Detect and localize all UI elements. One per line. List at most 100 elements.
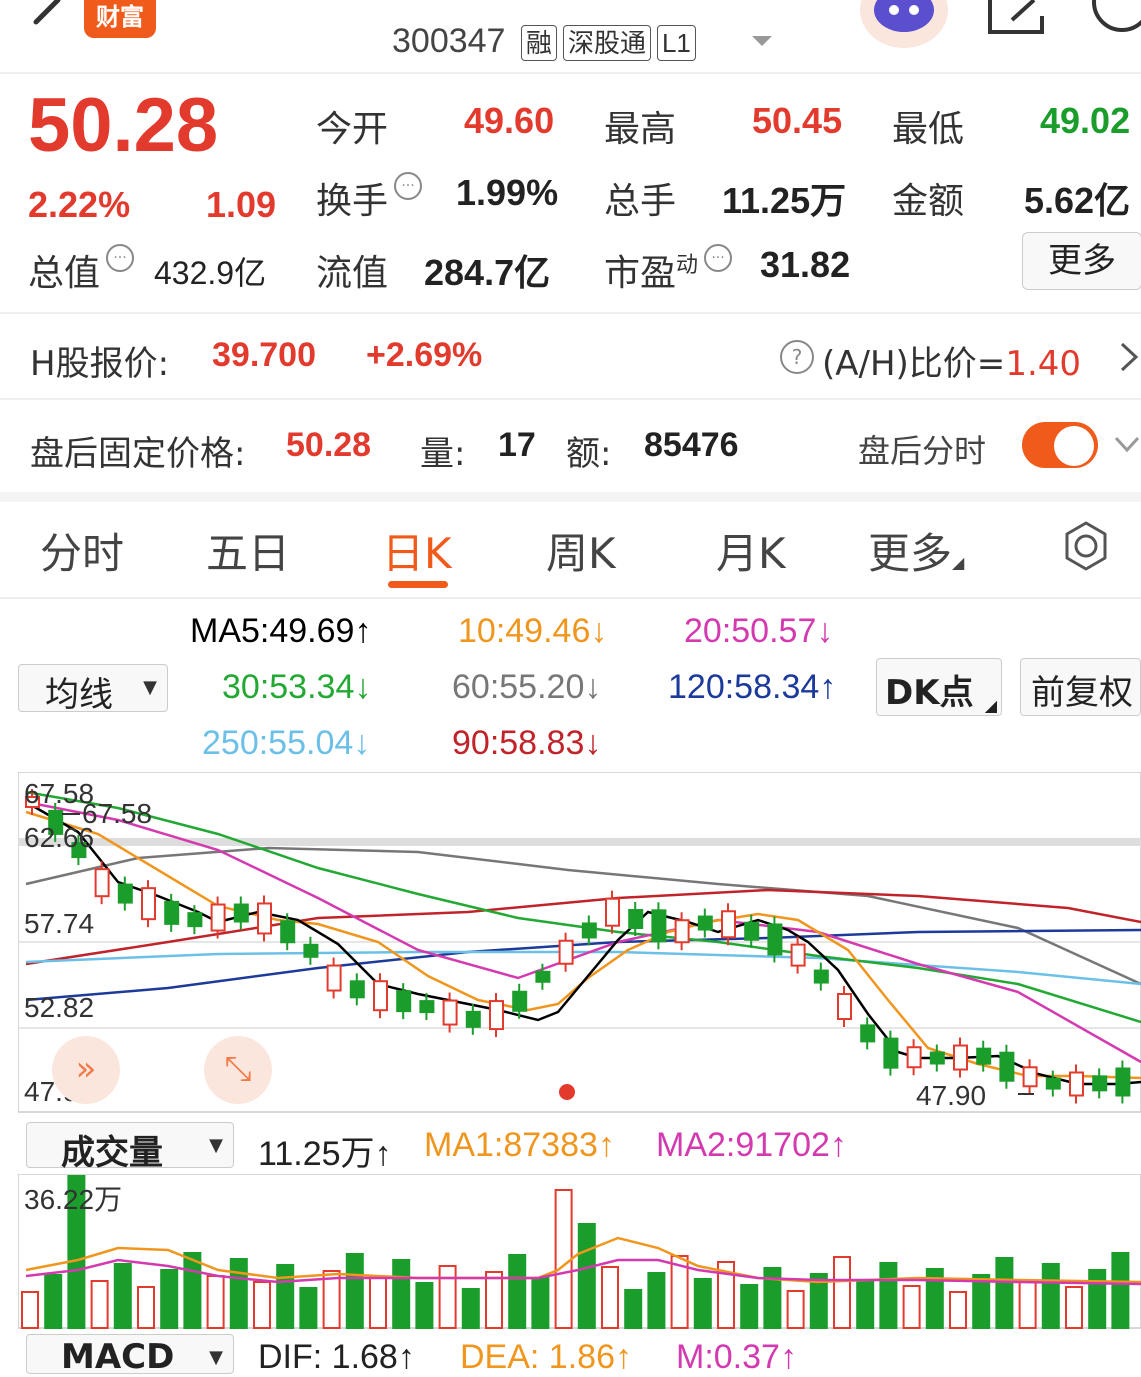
volume-bar — [461, 1288, 480, 1329]
tab-intraday[interactable]: 分时 — [40, 520, 124, 581]
tab-weekly-k[interactable]: 周K — [546, 520, 616, 581]
adjust-button[interactable]: 前复权 — [1020, 658, 1141, 716]
volume-bar — [995, 1257, 1014, 1329]
afterhours-vol-label: 量: — [420, 434, 466, 474]
event-dot[interactable] — [559, 1084, 575, 1100]
volume-bar — [740, 1284, 759, 1329]
current-price: 50.28 — [28, 83, 219, 168]
tab-daily-k[interactable]: 日K — [382, 520, 452, 581]
amount-value: 5.62亿 — [1024, 180, 1131, 221]
y-tick-3: 57.74 — [24, 908, 95, 939]
candle — [1069, 1071, 1084, 1097]
candle — [233, 903, 249, 923]
candle — [581, 922, 597, 939]
open-label: 今开 — [316, 109, 389, 150]
mktcap-label-text: 总值 — [28, 253, 101, 294]
top-bar: 财富 300347 融深股通 L1 — [0, 0, 1141, 74]
robot-avatar-icon[interactable] — [858, 0, 950, 50]
help-icon[interactable]: ? — [780, 340, 814, 374]
gear-icon[interactable] — [1060, 520, 1112, 572]
volume-bar — [229, 1258, 248, 1329]
divider — [0, 312, 1141, 314]
pe-value: 31.82 — [760, 244, 851, 285]
candle — [813, 969, 829, 984]
divider — [0, 492, 1141, 502]
ma-selector-label: 均线 — [45, 675, 113, 715]
dk-button[interactable]: DK点 ◢ — [876, 658, 1002, 716]
amount-label: 金额 — [892, 181, 965, 222]
toggle-knob — [1054, 426, 1094, 466]
chevron-down-icon[interactable] — [1114, 434, 1140, 454]
change-percent: 2.22% — [28, 184, 131, 225]
candle — [883, 1037, 899, 1069]
change-amount: 1.09 — [206, 184, 277, 225]
candle — [442, 999, 458, 1026]
chevron-right-icon[interactable] — [1118, 340, 1140, 374]
share-icon[interactable] — [984, 0, 1048, 36]
volume-bar — [601, 1266, 619, 1329]
ah-ratio[interactable]: (A/H)比价=1.40 — [822, 336, 1081, 385]
turnover-value: 1.99% — [456, 172, 559, 213]
low-label: 最低 — [892, 109, 965, 150]
back-arrow-icon[interactable] — [26, 0, 66, 34]
search-icon[interactable] — [1086, 0, 1141, 36]
volume-bar — [1065, 1286, 1083, 1329]
kline-chart[interactable] — [18, 772, 1141, 1114]
volume-bar — [856, 1279, 875, 1329]
volume-bar — [902, 1285, 921, 1329]
divider — [0, 597, 1141, 599]
candle — [976, 1047, 992, 1065]
volume-bar — [299, 1287, 318, 1329]
ma-selector[interactable]: 均线 ▼ — [18, 664, 168, 715]
tab-monthly-k[interactable]: 月K — [716, 520, 786, 581]
info-icon[interactable]: ··· — [704, 244, 733, 272]
macd-dea: DEA: 1.86↑ — [460, 1338, 632, 1376]
macd-m: M:0.37↑ — [676, 1338, 797, 1376]
candle — [210, 903, 226, 932]
candle — [1092, 1075, 1108, 1092]
info-icon[interactable]: ··· — [394, 172, 423, 200]
ma120-value: 120:58.34↑ — [668, 668, 837, 706]
candle — [651, 909, 667, 943]
expand-icon[interactable]: ⤡ — [204, 1036, 272, 1104]
chevron-down-icon[interactable] — [750, 34, 774, 48]
volume-bar — [44, 1274, 63, 1329]
volume-bar — [392, 1259, 411, 1329]
candle — [94, 868, 110, 898]
volume-max-label: 36.22万 — [24, 1184, 123, 1215]
tab-more-label: 更多 — [868, 529, 953, 578]
afterhours-vol: 17 — [498, 426, 536, 464]
candle — [257, 902, 272, 935]
stock-code: 300347 融深股通 L1 — [392, 22, 696, 61]
candle — [605, 897, 620, 927]
volume-bar — [183, 1252, 202, 1329]
volume-chart[interactable] — [18, 1174, 1141, 1330]
volume-bar — [1018, 1280, 1037, 1329]
high-value: 50.45 — [752, 100, 843, 141]
tab-active-indicator — [388, 581, 448, 588]
pe-label: 市盈动 ··· — [604, 244, 733, 296]
ma10-value: 10:49.46↓ — [458, 612, 608, 650]
ma30-value: 30:53.34↓ — [222, 668, 372, 706]
volume-bar — [786, 1290, 805, 1329]
candle — [373, 980, 388, 1012]
macd-selector[interactable]: MACD ▼ — [26, 1334, 234, 1374]
volume-value: 11.25万 — [722, 180, 847, 221]
dropdown-arrow-icon: ▼ — [209, 1347, 223, 1368]
volume-bar — [508, 1254, 527, 1329]
volume-bar — [1111, 1252, 1130, 1329]
volume-selector[interactable]: 成交量 ▼ — [26, 1122, 234, 1173]
more-button[interactable]: 更多 — [1022, 232, 1141, 290]
hshare-change: +2.69% — [366, 336, 483, 374]
ah-value: 1.40 — [1005, 344, 1082, 384]
info-icon[interactable]: ··· — [106, 244, 135, 272]
double-chevron-icon[interactable]: » — [52, 1036, 120, 1104]
ma60-value: 60:55.20↓ — [452, 668, 602, 706]
volume-bar — [833, 1256, 851, 1329]
tag-margin: 融 — [520, 25, 557, 61]
tab-more[interactable]: 更多◢ — [868, 520, 964, 581]
candle — [837, 993, 852, 1021]
volume-bar — [624, 1289, 643, 1329]
tab-five-day[interactable]: 五日 — [206, 520, 290, 581]
volume-bar — [554, 1189, 573, 1329]
